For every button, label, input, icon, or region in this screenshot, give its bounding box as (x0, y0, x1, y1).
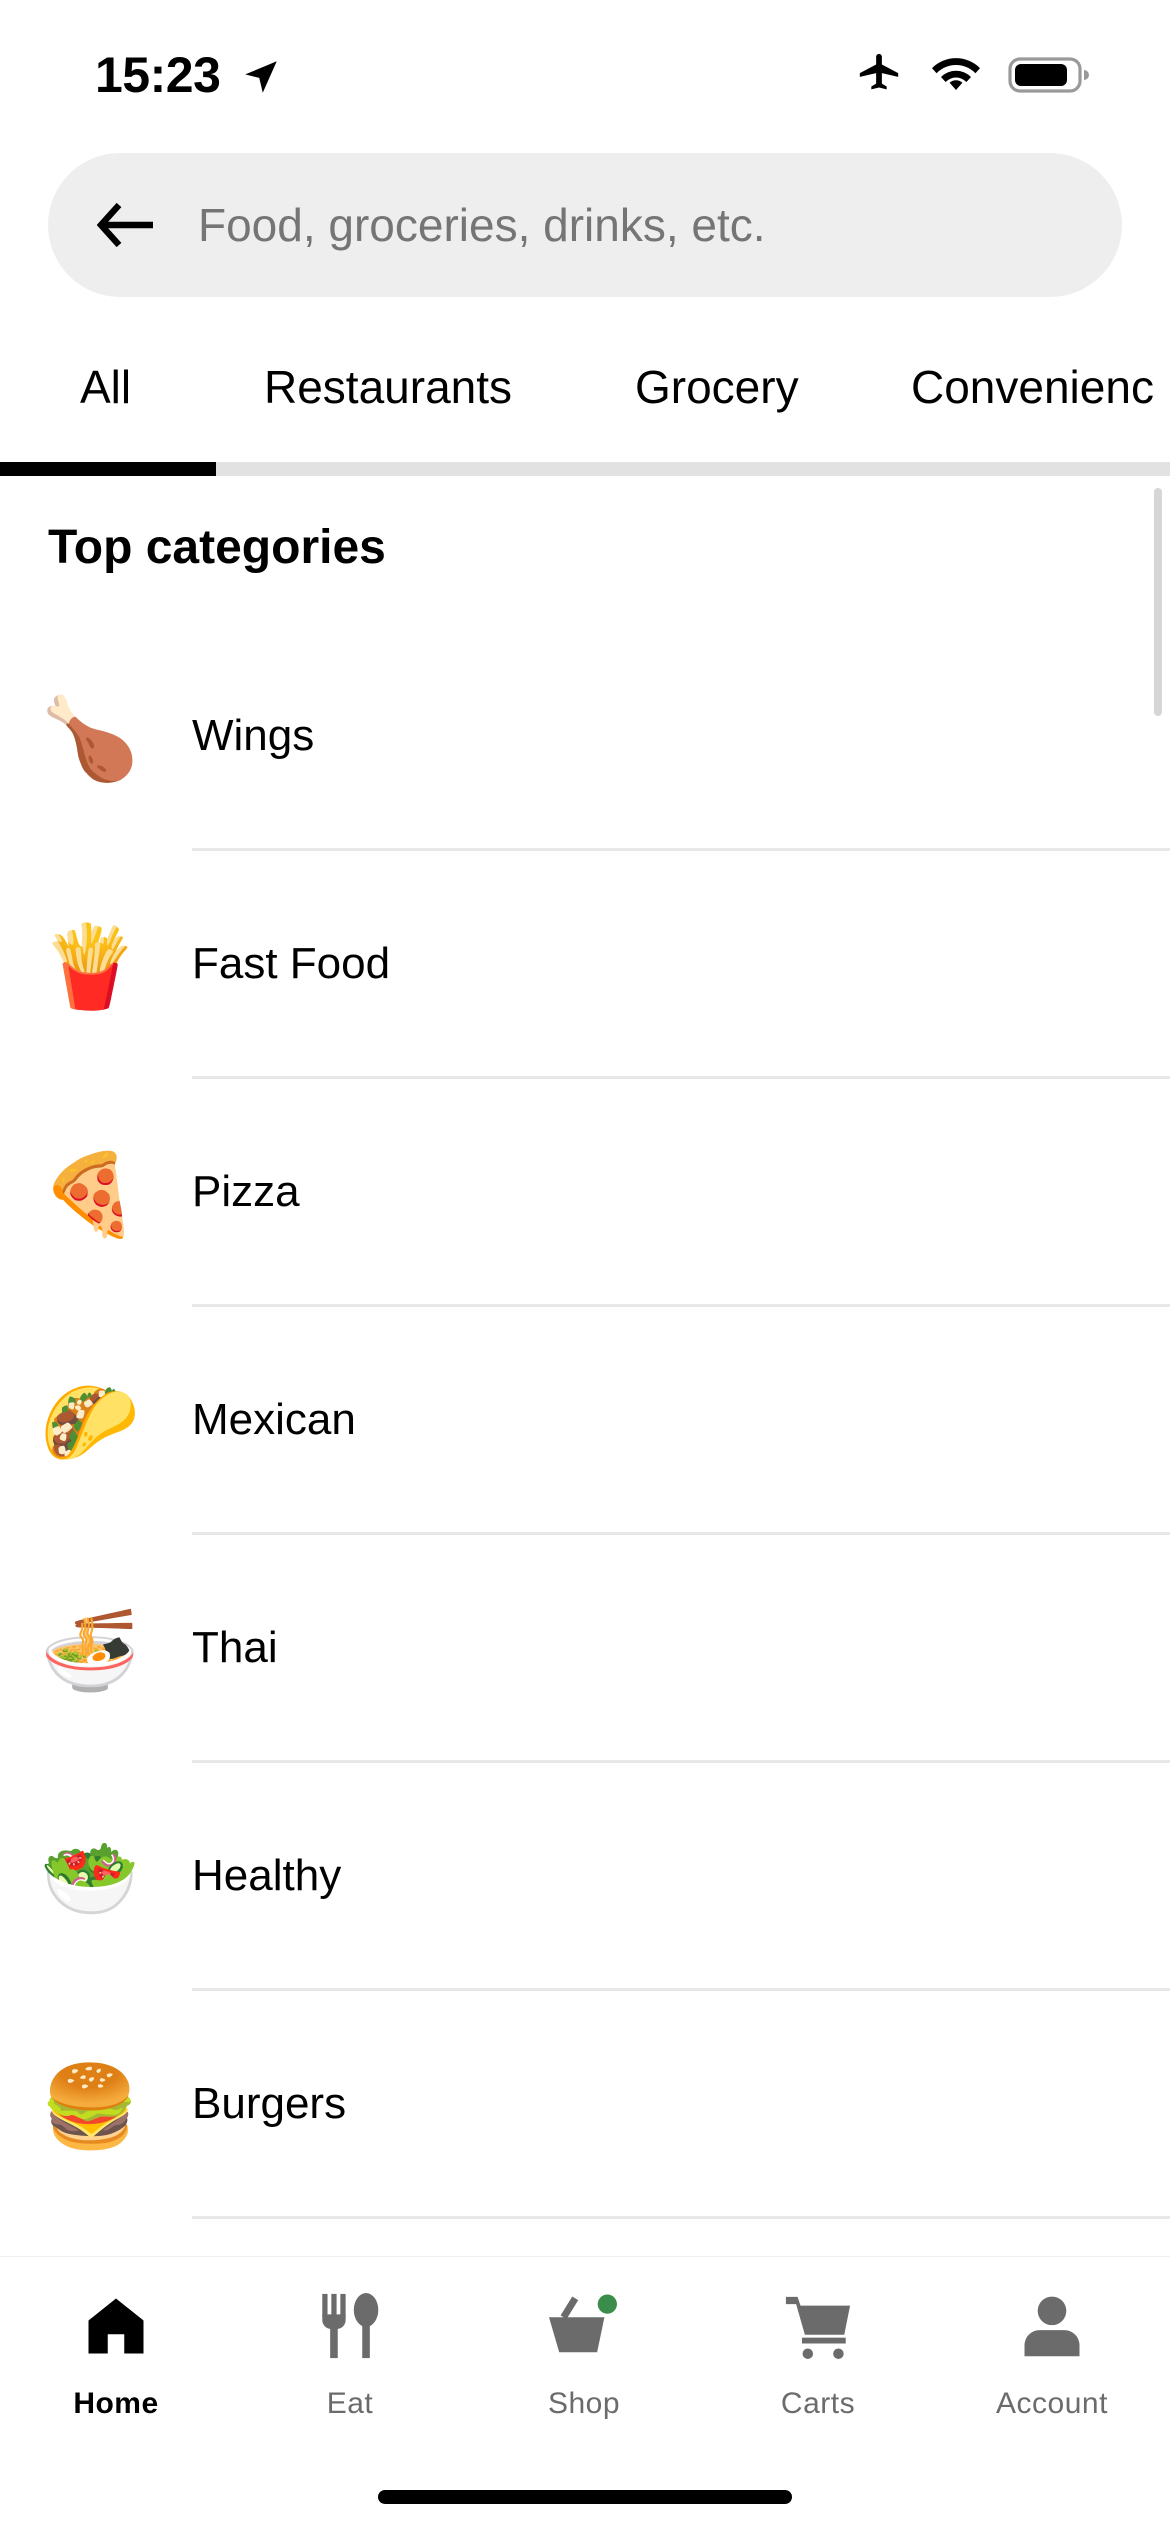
nav-carts[interactable]: Carts (728, 2281, 908, 2421)
divider (192, 2216, 1170, 2219)
category-label: Mexican (192, 1395, 356, 1444)
nav-home[interactable]: Home (26, 2281, 206, 2421)
nav-account[interactable]: Account (962, 2281, 1142, 2421)
salad-bowl-icon: 🥗 (40, 1834, 140, 1923)
battery-icon (1008, 57, 1089, 93)
category-label: Burgers (192, 2079, 347, 2128)
wings-icon: 🍗 (40, 694, 140, 783)
back-arrow-icon[interactable] (96, 195, 156, 255)
category-label: Thai (192, 1623, 278, 1672)
tab-grocery[interactable]: Grocery (635, 360, 799, 414)
account-icon (962, 2281, 1142, 2371)
search-input[interactable] (198, 198, 1078, 252)
category-item-thai[interactable]: 🍜 Thai (0, 1535, 1170, 1763)
section-title: Top categories (48, 521, 386, 574)
nav-shop[interactable]: Shop (494, 2281, 674, 2421)
nav-label: Account (996, 2387, 1108, 2420)
location-arrow-icon (245, 61, 277, 93)
status-icons (854, 52, 1090, 98)
pizza-icon: 🍕 (40, 1150, 140, 1239)
nav-label: Eat (326, 2387, 374, 2420)
category-item-burgers[interactable]: 🍔 Burgers (0, 1991, 1170, 2219)
category-label: Healthy (192, 1851, 342, 1900)
category-label: Fast Food (192, 939, 391, 988)
category-item-wings[interactable]: 🍗 Wings (0, 623, 1170, 851)
tab-all[interactable]: All (80, 360, 131, 414)
category-tabs: All Restaurants Grocery Convenienc (0, 340, 1170, 464)
taco-icon: 🌮 (40, 1378, 140, 1467)
utensils-icon (260, 2281, 440, 2371)
category-item-fast-food[interactable]: 🍟 Fast Food (0, 851, 1170, 1079)
tab-restaurants[interactable]: Restaurants (264, 360, 512, 414)
category-item-pizza[interactable]: 🍕 Pizza (0, 1079, 1170, 1307)
nav-label: Carts (780, 2387, 856, 2420)
shopping-basket-icon (494, 2281, 674, 2371)
active-tab-indicator (0, 462, 216, 476)
tab-convenience[interactable]: Convenienc (911, 360, 1154, 414)
category-item-mexican[interactable]: 🌮 Mexican (0, 1307, 1170, 1535)
wifi-icon (932, 58, 980, 90)
home-indicator[interactable] (378, 2490, 792, 2504)
fast-food-icon: 🍟 (40, 922, 140, 1011)
burger-icon: 🍔 (40, 2062, 140, 2151)
category-item-healthy[interactable]: 🥗 Healthy (0, 1763, 1170, 1991)
noodle-bowl-icon: 🍜 (40, 1606, 140, 1695)
nav-label: Home (73, 2387, 159, 2420)
cart-icon (728, 2281, 908, 2371)
status-bar: 15:23 (0, 0, 1170, 150)
home-icon (26, 2281, 206, 2371)
category-label: Pizza (192, 1167, 300, 1216)
nav-label: Shop (547, 2387, 621, 2420)
status-time: 15:23 (95, 47, 221, 103)
airplane-icon (859, 53, 899, 90)
nav-eat[interactable]: Eat (260, 2281, 440, 2421)
search-bar[interactable] (48, 153, 1122, 297)
category-list: 🍗 Wings 🍟 Fast Food 🍕 Pizza 🌮 Mexican 🍜 … (0, 623, 1170, 2219)
category-label: Wings (192, 711, 315, 760)
